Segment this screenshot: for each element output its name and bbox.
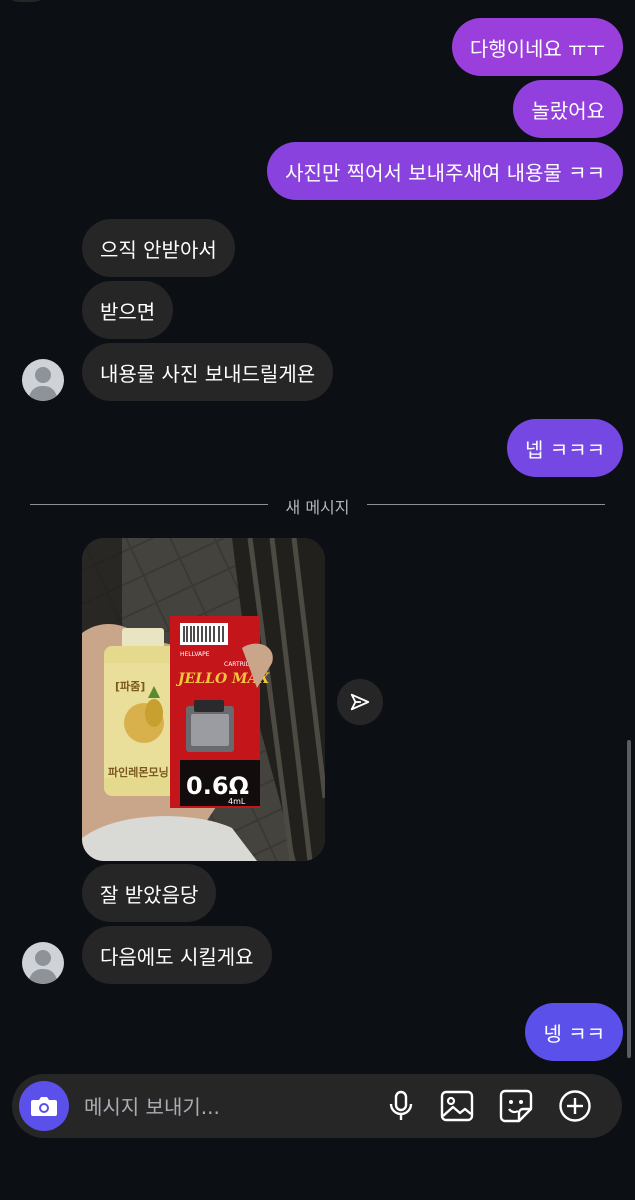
incoming-message[interactable]: 다음에도 시킬게요 (82, 926, 272, 984)
svg-text:파인레몬모닝: 파인레몬모닝 (108, 765, 169, 779)
message-text: 놀랐어요 (531, 98, 605, 123)
chat-screen: 다행이네요 ㅠㅜ 놀랐어요 사진만 찍어서 보내주새여 내용물 ㅋㅋ 으직 안받… (0, 0, 635, 1200)
photo-message[interactable]: [파줌] 파인레몬모닝 HELLVAPE CARTRIDGE JELLO MAX (82, 538, 325, 861)
default-avatar-icon[interactable] (22, 359, 64, 401)
incoming-message[interactable]: 내용물 사진 보내드릴게욘 (82, 343, 334, 401)
incoming-message[interactable]: 잘 받았음당 (82, 864, 217, 922)
svg-text:HELLVAPE: HELLVAPE (180, 651, 210, 658)
svg-text:4mL: 4mL (228, 797, 246, 806)
microphone-icon[interactable] (383, 1088, 419, 1124)
svg-text:0.6Ω: 0.6Ω (186, 772, 249, 800)
message-text: 사진만 찍어서 보내주새여 내용물 ㅋㅋ (285, 160, 605, 185)
outgoing-message[interactable]: 다행이네요 ㅠㅜ (451, 18, 623, 76)
new-messages-divider: 새 메시지 (30, 494, 605, 517)
send-icon[interactable] (337, 679, 383, 725)
svg-text:[파줌]: [파줌] (115, 679, 145, 693)
message-input[interactable] (82, 1086, 366, 1128)
message-text: 넵 ㅋㅋㅋ (525, 437, 605, 462)
message-text: 다행이네요 ㅠㅜ (469, 36, 605, 61)
message-text: 다음에도 시킬게요 (100, 944, 254, 969)
message-text: 내용물 사진 보내드릴게욘 (100, 361, 316, 386)
previous-message-bubble (0, 0, 52, 2)
outgoing-message[interactable]: 넵 ㅋㅋㅋ (507, 419, 623, 477)
camera-icon[interactable] (19, 1081, 69, 1131)
outgoing-message[interactable]: 놀랐어요 (513, 80, 623, 138)
message-text: 으직 안받아서 (100, 237, 217, 262)
incoming-message[interactable]: 으직 안받아서 (82, 219, 235, 277)
message-text: 넹 ㅋㅋ (543, 1021, 605, 1046)
default-avatar-icon[interactable] (22, 942, 64, 984)
outgoing-message[interactable]: 사진만 찍어서 보내주새여 내용물 ㅋㅋ (267, 142, 623, 200)
message-composer (12, 1074, 622, 1138)
divider-label: 새 메시지 (285, 498, 350, 517)
incoming-message[interactable]: 받으면 (82, 281, 174, 339)
image-icon[interactable] (439, 1088, 475, 1124)
outgoing-message[interactable]: 넹 ㅋㅋ (525, 1003, 623, 1061)
message-text: 받으면 (100, 299, 156, 324)
message-text: 잘 받았음당 (100, 882, 199, 907)
scrollbar[interactable] (627, 740, 631, 1058)
sticker-icon[interactable] (498, 1088, 534, 1124)
plus-circle-icon[interactable] (557, 1088, 593, 1124)
